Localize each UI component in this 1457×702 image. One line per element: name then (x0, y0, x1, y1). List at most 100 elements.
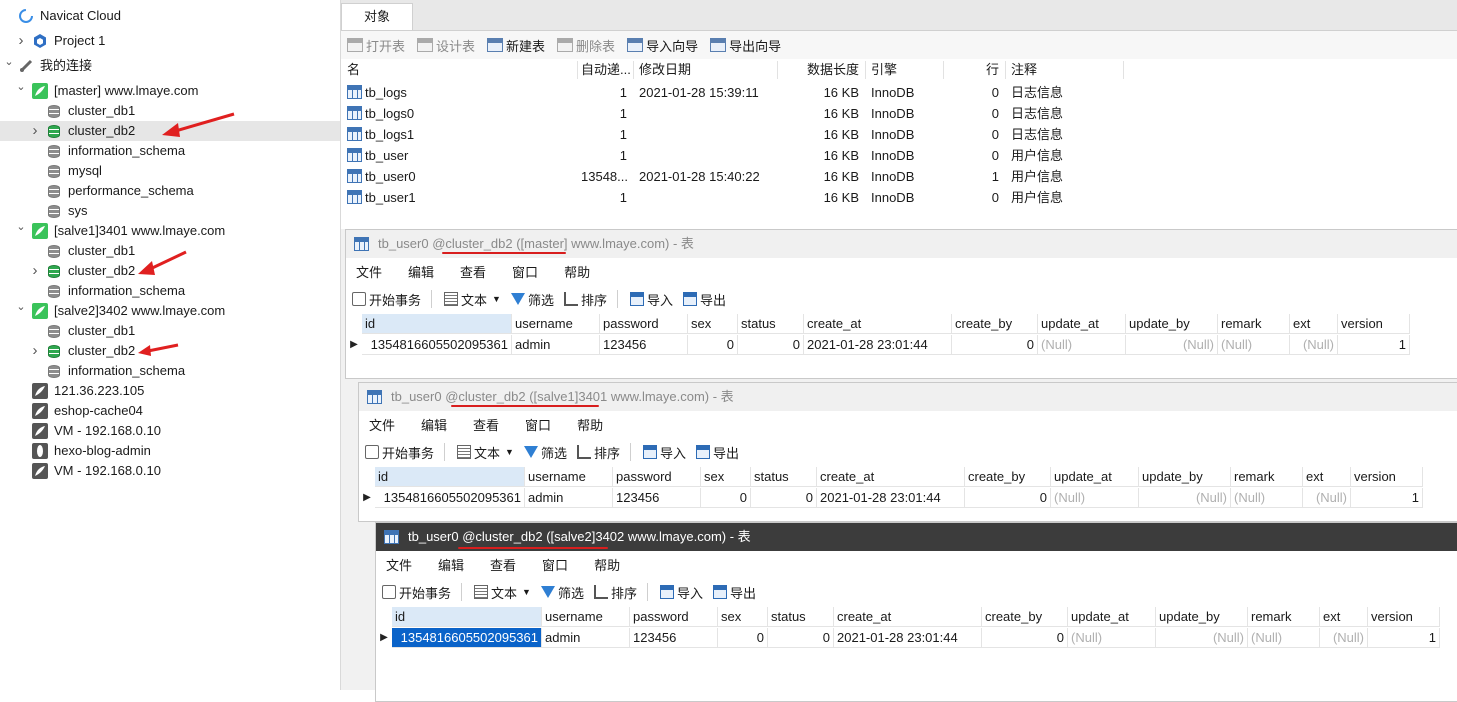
column-header[interactable]: username (512, 314, 600, 334)
object-row[interactable]: tb_logs1 1 16 KB InnoDB 0 日志信息 (341, 124, 1457, 145)
tree-item[interactable]: ⌄ [salve1]3401 www.lmaye.com (0, 221, 340, 241)
column-header[interactable]: password (630, 607, 718, 627)
data-cell[interactable]: 0 (751, 488, 817, 508)
header-data-length[interactable]: 数据长度 (781, 59, 859, 81)
data-cell[interactable]: (Null) (1051, 488, 1139, 508)
export-button[interactable]: 导出 (683, 290, 726, 309)
column-header[interactable]: status (738, 314, 804, 334)
tree-item[interactable]: mysql (0, 161, 340, 181)
tree-item[interactable]: sys (0, 201, 340, 221)
table-data-window[interactable]: tb_user0 @cluster_db2 ([salve2]3402 www.… (375, 522, 1457, 702)
column-header[interactable]: remark (1218, 314, 1290, 334)
header-name[interactable]: 名 (347, 59, 360, 81)
data-cell[interactable]: 0 (768, 628, 834, 648)
column-header[interactable]: create_by (952, 314, 1038, 334)
data-cell[interactable]: 1 (1368, 628, 1440, 648)
data-cell[interactable]: (Null) (1290, 335, 1338, 355)
menu-window[interactable]: 窗口 (525, 415, 551, 434)
data-cell[interactable]: 0 (965, 488, 1051, 508)
menu-window[interactable]: 窗口 (512, 262, 538, 281)
tree-item[interactable]: VM - 192.168.0.10 (0, 461, 340, 481)
design-table-button[interactable]: 设计表 (417, 36, 475, 55)
column-header[interactable]: update_at (1068, 607, 1156, 627)
column-header[interactable]: username (525, 467, 613, 487)
expand-arrow-icon[interactable]: ⌄ (16, 80, 26, 94)
menu-edit[interactable]: 编辑 (438, 555, 464, 574)
begin-transaction-button[interactable]: 开始事务 (352, 290, 421, 309)
text-view-button[interactable]: 文本 ▼ (457, 443, 514, 462)
data-cell[interactable]: 1 (1351, 488, 1423, 508)
data-cell[interactable]: 1354816605502095361 (362, 335, 512, 355)
column-header[interactable]: remark (1248, 607, 1320, 627)
export-button[interactable]: 导出 (696, 443, 739, 462)
column-header[interactable]: password (613, 467, 701, 487)
column-header[interactable]: sex (718, 607, 768, 627)
column-header[interactable]: create_at (804, 314, 952, 334)
column-header[interactable]: username (542, 607, 630, 627)
data-cell[interactable]: (Null) (1320, 628, 1368, 648)
tree-item[interactable]: ⌄ 我的连接 (0, 56, 340, 76)
menu-view[interactable]: 查看 (490, 555, 516, 574)
menu-view[interactable]: 查看 (473, 415, 499, 434)
expand-arrow-icon[interactable]: ⌄ (16, 300, 26, 314)
column-header[interactable]: sex (701, 467, 751, 487)
column-header[interactable]: update_at (1051, 467, 1139, 487)
column-header[interactable]: status (751, 467, 817, 487)
tree-item[interactable]: ⌄ [salve2]3402 www.lmaye.com (0, 301, 340, 321)
data-cell[interactable]: 1354816605502095361 (392, 628, 542, 648)
import-wizard-button[interactable]: 导入向导 (627, 36, 698, 55)
object-row[interactable]: tb_user 1 16 KB InnoDB 0 用户信息 (341, 145, 1457, 166)
object-row[interactable]: tb_logs0 1 16 KB InnoDB 0 日志信息 (341, 103, 1457, 124)
open-table-button[interactable]: 打开表 (347, 36, 405, 55)
tree-item[interactable]: information_schema (0, 141, 340, 161)
object-row[interactable]: tb_user1 1 16 KB InnoDB 0 用户信息 (341, 187, 1457, 208)
data-cell[interactable]: 123456 (613, 488, 701, 508)
data-cell[interactable]: (Null) (1068, 628, 1156, 648)
sort-button[interactable]: 排序 (576, 443, 620, 462)
column-header[interactable]: create_by (982, 607, 1068, 627)
export-button[interactable]: 导出 (713, 583, 756, 602)
tree-item[interactable]: 121.36.223.105 (0, 381, 340, 401)
data-cell[interactable]: admin (512, 335, 600, 355)
data-cell[interactable]: (Null) (1156, 628, 1248, 648)
import-button[interactable]: 导入 (629, 290, 673, 309)
header-engine[interactable]: 引擎 (871, 59, 897, 81)
menu-edit[interactable]: 编辑 (408, 262, 434, 281)
column-header[interactable]: sex (688, 314, 738, 334)
column-header[interactable]: create_by (965, 467, 1051, 487)
column-header[interactable]: ext (1320, 607, 1368, 627)
column-header[interactable]: update_at (1038, 314, 1126, 334)
tree-item[interactable]: VM - 192.168.0.10 (0, 421, 340, 441)
import-button[interactable]: 导入 (642, 443, 686, 462)
data-cell[interactable]: admin (525, 488, 613, 508)
data-cell[interactable]: 2021-01-28 23:01:44 (817, 488, 965, 508)
column-header[interactable]: id (375, 467, 525, 487)
menu-file[interactable]: 文件 (356, 262, 382, 281)
tree-item[interactable]: › Project 1 (0, 31, 340, 51)
collapse-arrow-icon[interactable]: › (30, 343, 40, 358)
collapse-arrow-icon[interactable]: › (30, 263, 40, 278)
menu-help[interactable]: 帮助 (564, 262, 590, 281)
data-cell[interactable]: (Null) (1139, 488, 1231, 508)
tab-objects[interactable]: 对象 (341, 3, 413, 30)
delete-table-button[interactable]: 删除表 (557, 36, 615, 55)
data-cell[interactable]: (Null) (1038, 335, 1126, 355)
header-comment[interactable]: 注释 (1011, 59, 1037, 81)
expand-arrow-icon[interactable]: ⌄ (16, 220, 26, 234)
data-cell[interactable]: (Null) (1126, 335, 1218, 355)
data-cell[interactable]: 2021-01-28 23:01:44 (804, 335, 952, 355)
data-cell[interactable]: 0 (952, 335, 1038, 355)
new-table-button[interactable]: 新建表 (487, 36, 545, 55)
menu-window[interactable]: 窗口 (542, 555, 568, 574)
tree-item[interactable]: information_schema (0, 361, 340, 381)
tree-item[interactable]: cluster_db1 (0, 321, 340, 341)
column-header[interactable]: update_by (1126, 314, 1218, 334)
collapse-arrow-icon[interactable]: › (16, 33, 26, 48)
filter-button[interactable]: 筛选 (540, 583, 584, 602)
data-cell[interactable]: 0 (982, 628, 1068, 648)
text-view-button[interactable]: 文本 ▼ (474, 583, 531, 602)
column-header[interactable]: create_at (834, 607, 982, 627)
data-cell[interactable]: 0 (738, 335, 804, 355)
menu-file[interactable]: 文件 (369, 415, 395, 434)
data-cell[interactable]: (Null) (1231, 488, 1303, 508)
